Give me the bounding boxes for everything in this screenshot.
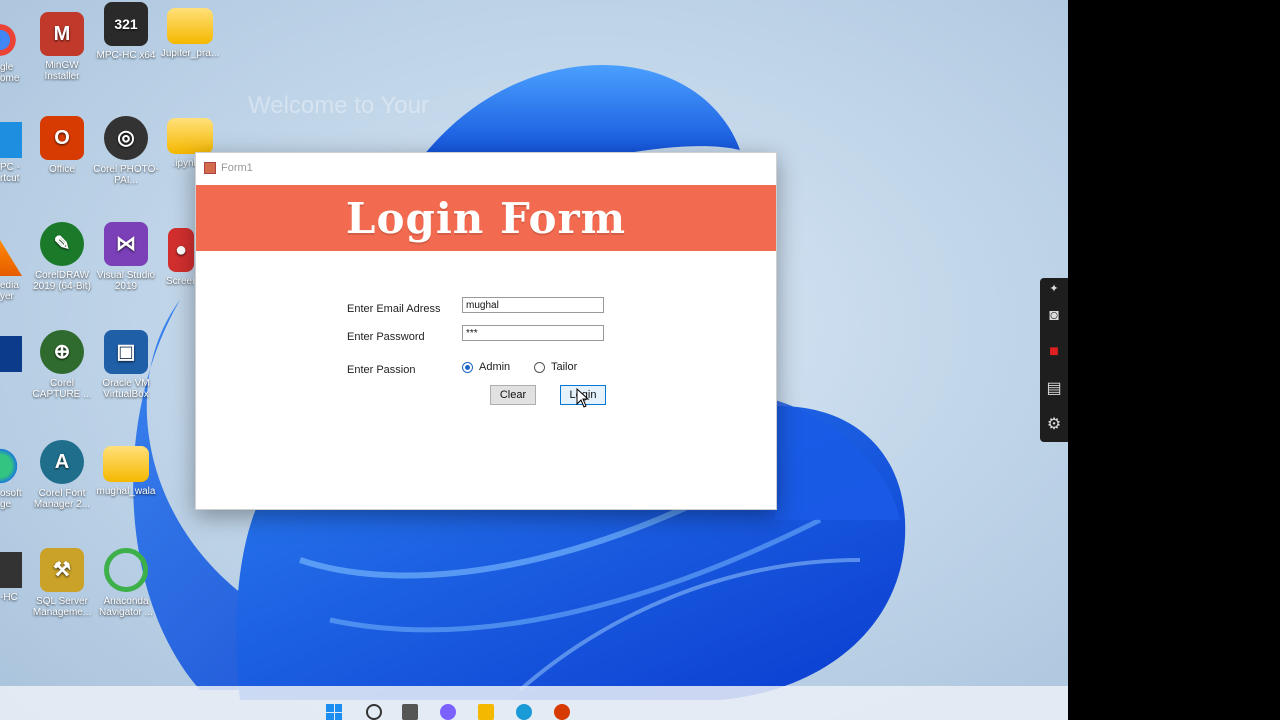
form-app-icon: [204, 162, 216, 174]
desktop-icon-label: Screen...: [166, 276, 194, 287]
desktop-icon-corel-capture[interactable]: ⊕ Corel CAPTURE ...: [29, 330, 95, 400]
anaconda-icon: [104, 548, 148, 592]
desktop-icon-label: -HC: [0, 592, 18, 603]
password-field[interactable]: ***: [462, 325, 604, 341]
login-banner: Login Form: [196, 185, 776, 251]
recorder-toolbar: ✦ ◙ ■ ▤ ⚙: [1040, 278, 1068, 442]
desktop-icon-mughal-wala[interactable]: mughal_wala: [93, 440, 159, 497]
desktop-icon-corel-photo-paint[interactable]: ◎ Corel PHOTO-PAI...: [93, 116, 159, 186]
screen-recorder-icon: ●: [168, 228, 194, 272]
banner-title: Login Form: [345, 193, 627, 243]
desktop-icon-vlc-partial[interactable]: edia yer: [0, 240, 22, 302]
email-field[interactable]: mughal: [462, 297, 604, 313]
desktop-icon-mingw[interactable]: M MinGW Installer: [29, 12, 95, 82]
record-icon[interactable]: ■: [1040, 334, 1068, 370]
desktop-icon-label: Oracle VM VirtualBox: [102, 378, 150, 400]
mouse-cursor-icon: [576, 388, 590, 408]
desktop-icon-label: SQL Server Manageme...: [32, 596, 92, 618]
folder-icon: [167, 118, 213, 154]
desktop-icon-label: Corel Font Manager 2...: [33, 488, 91, 510]
desktop-icon-corel-font-manager[interactable]: A Corel Font Manager 2...: [29, 440, 95, 510]
mingw-icon: M: [40, 12, 84, 56]
chat-icon[interactable]: [440, 704, 456, 720]
window-titlebar[interactable]: Form1: [196, 153, 776, 183]
desktop-icon-coreldraw[interactable]: ✎ CorelDRAW 2019 (64-Bit): [29, 222, 95, 292]
edge-icon[interactable]: [516, 704, 532, 720]
file-explorer-icon[interactable]: [478, 704, 494, 720]
desktop-icon-screen-recorder[interactable]: ● Screen...: [150, 228, 194, 287]
corel-photo-paint-icon: ◎: [104, 116, 148, 160]
desktop-icon-virtualbox[interactable]: ▣ Oracle VM VirtualBox: [93, 330, 159, 400]
task-view-icon[interactable]: [402, 704, 418, 720]
desktop-icon-mpc-hc[interactable]: 321 MPC-HC x64: [93, 2, 159, 61]
search-icon[interactable]: [366, 704, 382, 720]
login-window: Form1 Login Form Enter Email Adress mugh…: [195, 152, 777, 510]
clear-button[interactable]: Clear: [490, 385, 536, 405]
radio-tailor[interactable]: Tailor: [534, 361, 577, 373]
windows-start-icon[interactable]: [326, 704, 342, 720]
desktop-icon-anaconda[interactable]: Anaconda Navigator ...: [93, 548, 159, 618]
camera-icon[interactable]: ◙: [1040, 298, 1068, 334]
desktop-icon-label: MPC-HC x64: [96, 50, 156, 61]
tv-app-icon: [0, 336, 22, 372]
visual-studio-icon: ⋈: [104, 222, 148, 266]
radio-unselected-icon: [534, 361, 545, 373]
desktop-icon-label: Jupiter_pra...: [160, 48, 220, 59]
coreldraw-icon: ✎: [40, 222, 84, 266]
radio-admin[interactable]: Admin: [462, 361, 510, 373]
desktop-icon-jupiter-folder[interactable]: Jupiter_pra...: [157, 2, 223, 59]
mpc-hc-icon: [0, 552, 22, 588]
desktop-icon-sql-server[interactable]: ⚒ SQL Server Manageme...: [29, 548, 95, 618]
taskbar: [0, 686, 1068, 720]
sql-server-icon: ⚒: [40, 548, 84, 592]
desktop-icon-chrome-partial[interactable]: gle ome: [0, 22, 22, 84]
desktop-icon-edge-partial[interactable]: osoft ge: [0, 448, 22, 510]
edge-icon: [0, 448, 22, 484]
gear-icon[interactable]: ⚙: [1040, 406, 1068, 442]
desktop: Welcome to Your gle ome PC - rtcut edia …: [0, 0, 1068, 720]
desktop-icon-label: edia yer: [0, 280, 19, 302]
desktop-icon-label: Corel PHOTO-PAI...: [93, 164, 159, 186]
pc-shortcut-icon: [0, 122, 22, 158]
radio-selected-icon: [462, 361, 473, 373]
corel-capture-icon: ⊕: [40, 330, 84, 374]
chrome-icon: [0, 22, 22, 58]
desktop-icon-label: gle ome: [0, 62, 20, 84]
desktop-icon-label: Office: [49, 164, 75, 175]
desktop-icon-pc-partial[interactable]: PC - rtcut: [0, 122, 22, 184]
folder-icon: [103, 446, 149, 482]
desktop-icon-mpc-partial[interactable]: -HC: [0, 552, 22, 603]
mpc-hc-icon: 321: [104, 2, 148, 46]
faded-welcome-text: Welcome to Your: [248, 92, 429, 119]
folder-icon: [167, 8, 213, 44]
desktop-icon-label: osoft ge: [0, 488, 22, 510]
black-border: [1068, 0, 1280, 720]
desktop-icon-label: Anaconda Navigator ...: [99, 596, 153, 618]
desktop-icon-label: Corel CAPTURE ...: [32, 378, 92, 400]
password-label: Enter Password: [347, 331, 425, 343]
email-label: Enter Email Adress: [347, 303, 441, 315]
radio-tailor-label: Tailor: [551, 361, 578, 373]
corel-font-manager-icon: A: [40, 440, 84, 484]
desktop-icon-label: mughal_wala: [96, 486, 156, 497]
window-title: Form1: [221, 162, 253, 174]
desktop-icon-label: CorelDRAW 2019 (64-Bit): [33, 270, 91, 292]
passion-label: Enter Passion: [347, 364, 416, 376]
pin-icon[interactable]: ✦: [1040, 278, 1068, 298]
desktop-icon-office[interactable]: O Office: [29, 116, 95, 175]
desktop-icon-tv-partial[interactable]: [0, 336, 22, 376]
desktop-icon-label: PC - rtcut: [0, 162, 20, 184]
office-icon: O: [40, 116, 84, 160]
virtualbox-icon: ▣: [104, 330, 148, 374]
app-icon[interactable]: [554, 704, 570, 720]
desktop-icon-label: MinGW Installer: [44, 60, 80, 82]
gallery-icon[interactable]: ▤: [1040, 370, 1068, 406]
radio-admin-label: Admin: [479, 361, 511, 373]
vlc-icon: [0, 240, 22, 276]
